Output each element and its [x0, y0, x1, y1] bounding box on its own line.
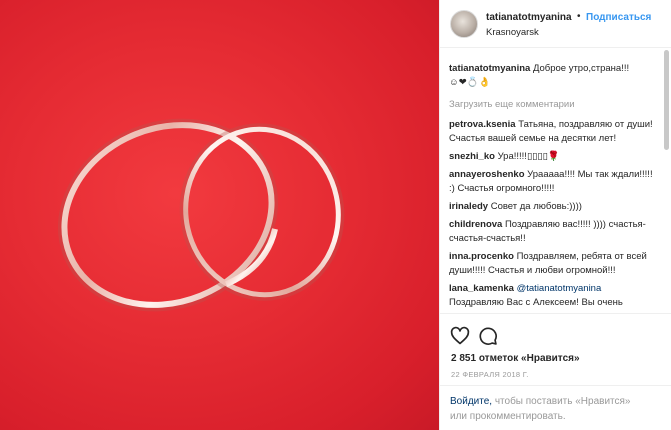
caption: tatianatotmyanina Доброе утро,страна!!! …	[449, 62, 656, 89]
comment-username[interactable]: petrova.ksenia	[449, 119, 516, 130]
likes-count[interactable]: 2 851 отметок «Нравится»	[451, 353, 580, 364]
comment-text: Совет да любовь:))))	[490, 201, 582, 212]
comment-bubble-icon[interactable]	[478, 326, 498, 346]
wedding-rings-image	[57, 118, 345, 312]
post-photo[interactable]	[0, 0, 439, 430]
comment-text: Ура!!!!!▯▯▯▯🌹	[497, 151, 560, 162]
comment-username[interactable]: inna.procenko	[449, 251, 514, 262]
comment-username[interactable]: annayeroshenko	[449, 169, 525, 180]
location-link[interactable]: Krasnoyarsk	[486, 27, 539, 38]
comment-mention[interactable]: @tatianatotmyanina	[517, 283, 602, 294]
post-date: 22 ФЕВРАЛЯ 2018 Г.	[451, 370, 529, 379]
comment-username[interactable]: irinaledy	[449, 201, 488, 212]
separator-dot: •	[577, 11, 581, 22]
comments-scrollbar[interactable]	[664, 50, 669, 150]
comments-list[interactable]: tatianatotmyanina Доброе утро,страна!!! …	[440, 48, 671, 313]
comment-username[interactable]: childrenova	[449, 219, 502, 230]
avatar[interactable]	[450, 10, 478, 38]
post-actions	[440, 313, 671, 353]
ring-right	[179, 123, 345, 301]
comment-username[interactable]: lana_kamenka	[449, 283, 514, 294]
caption-emojis: ☺❤💍👌	[449, 77, 491, 88]
login-link[interactable]: Войдите,	[450, 396, 492, 407]
comment: childrenova Поздравляю вас!!!!! )))) сча…	[449, 218, 656, 246]
caption-text: Доброе утро,страна!!!	[532, 63, 630, 74]
load-more-comments-button[interactable]: Загрузить еще комментарии	[449, 99, 656, 110]
comment: petrova.ksenia Татьяна, поздравляю от ду…	[449, 118, 656, 146]
comment-username[interactable]: snezhi_ko	[449, 151, 495, 162]
comment: inna.procenko Поздравляем, ребята от все…	[449, 250, 656, 278]
comment: annayeroshenko Урааааа!!!! Мы так ждали!…	[449, 168, 656, 196]
caption-username[interactable]: tatianatotmyanina	[449, 63, 530, 74]
comment: lana_kamenka @tatianatotmyanina Поздравл…	[449, 282, 656, 310]
post-header: tatianatotmyanina • Подписаться Krasnoya…	[440, 0, 671, 48]
heart-icon[interactable]	[450, 326, 470, 346]
login-prompt-rest: или прокомментировать.	[450, 411, 566, 422]
comment-text: Поздравляю Вас с Алексеем! Вы очень	[449, 297, 623, 308]
comment: irinaledy Совет да любовь:))))	[449, 200, 656, 214]
post-sidebar: tatianatotmyanina • Подписаться Krasnoya…	[439, 0, 671, 430]
comment: snezhi_ko Ура!!!!!▯▯▯▯🌹	[449, 150, 656, 164]
likes-label: отметок «Нравится»	[478, 353, 580, 364]
login-prompt: Войдите, чтобы поставить «Нравится» или …	[440, 385, 671, 430]
author-username[interactable]: tatianatotmyanina	[486, 12, 572, 23]
follow-button[interactable]: Подписаться	[586, 12, 651, 23]
login-prompt-text: чтобы поставить «Нравится»	[494, 396, 631, 407]
likes-number: 2 851	[451, 353, 477, 364]
